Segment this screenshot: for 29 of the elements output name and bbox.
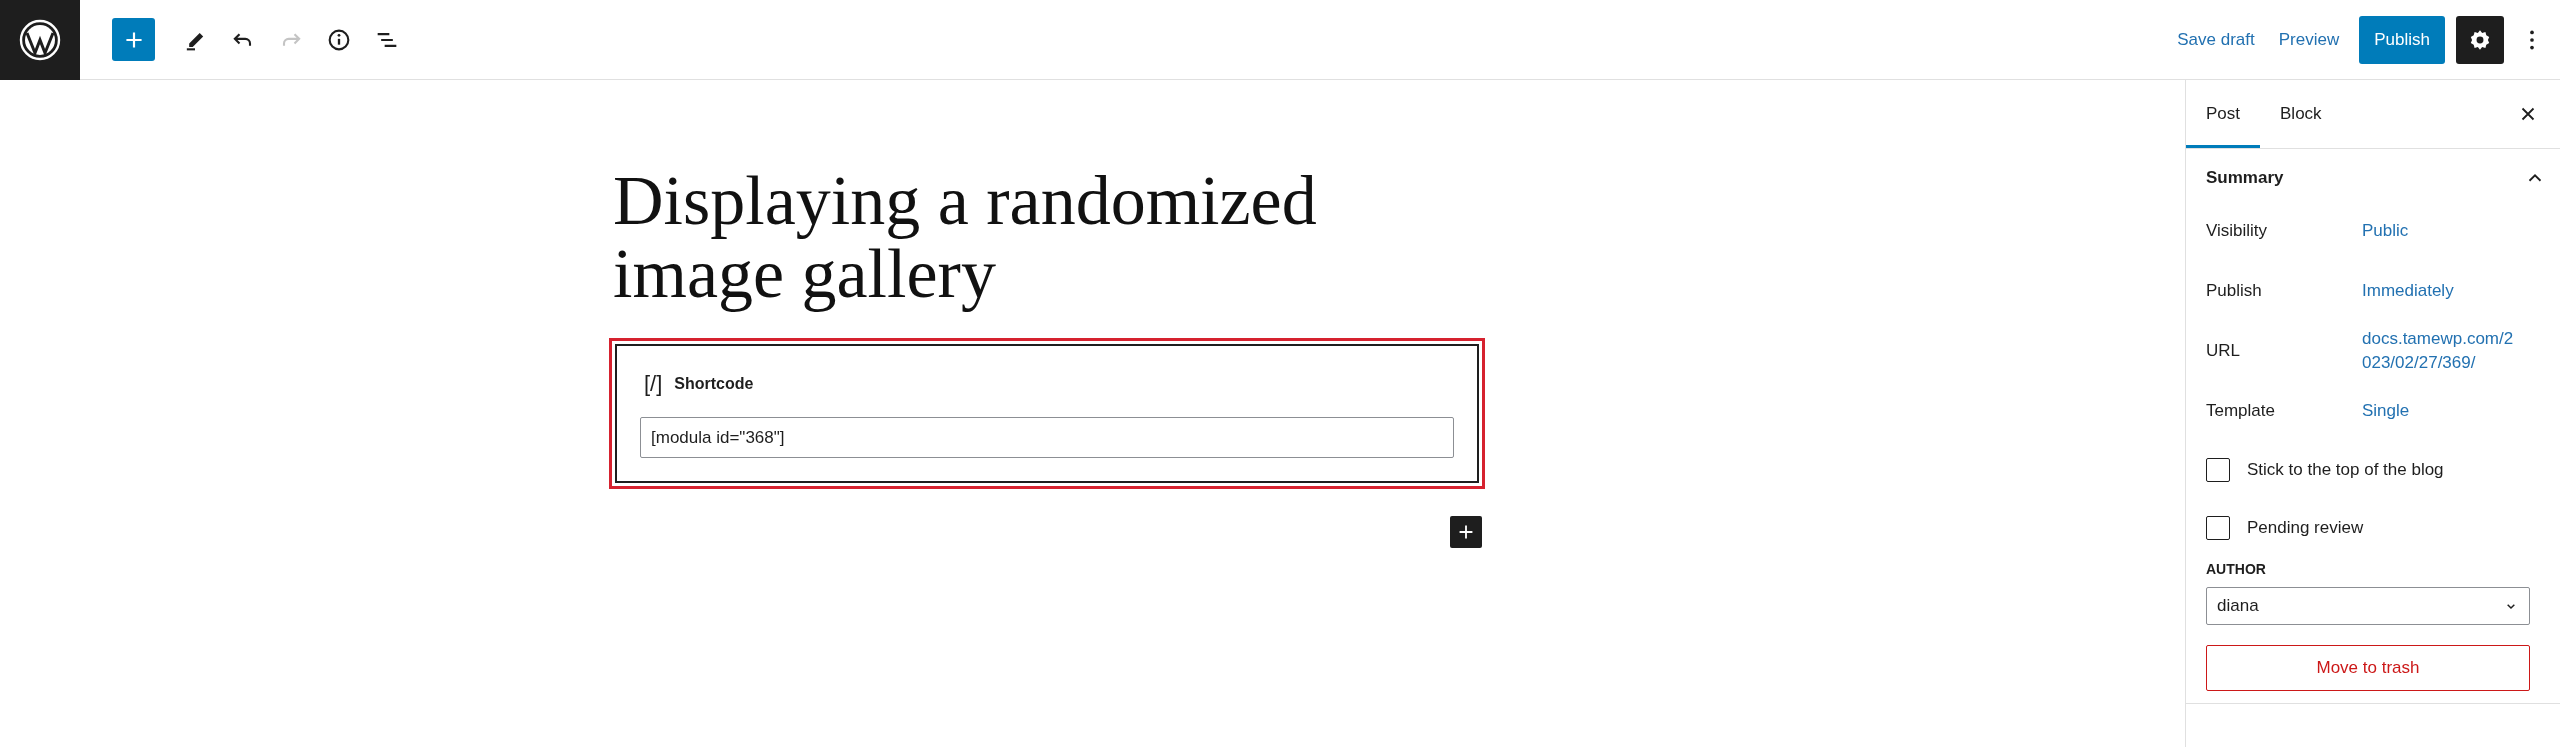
- shortcode-icon: [/]: [644, 371, 663, 397]
- save-draft-button[interactable]: Save draft: [2165, 17, 2267, 62]
- wordpress-logo[interactable]: [0, 0, 80, 80]
- shortcode-block[interactable]: [/] Shortcode [modula id="368"]: [615, 344, 1479, 483]
- move-to-trash-button[interactable]: Move to trash: [2206, 645, 2530, 691]
- field-label: Publish: [2206, 281, 2263, 301]
- sidebar-tab[interactable]: Post: [2186, 80, 2261, 148]
- author-select[interactable]: diana: [2206, 587, 2530, 625]
- field-value-link[interactable]: Immediately: [2362, 279, 2522, 303]
- wordpress-icon: [18, 17, 62, 62]
- publish-button[interactable]: Publish: [2359, 15, 2445, 64]
- checkbox-label: Stick to the top of the blog: [2247, 460, 2444, 480]
- checkbox[interactable]: [2206, 516, 2230, 540]
- settings-button[interactable]: [2456, 15, 2504, 64]
- checkbox[interactable]: [2206, 458, 2230, 482]
- panel-header[interactable]: Summary: [2186, 149, 2560, 201]
- field-label: Template: [2206, 401, 2276, 421]
- field-value-link[interactable]: docs.tamewp.com/2023/02/27/369/: [2362, 327, 2522, 375]
- field-value-link[interactable]: Public: [2362, 219, 2522, 243]
- shortcode-field[interactable]: [modula id="368"]: [640, 417, 1454, 458]
- author-label: AUTHOR: [2206, 561, 2267, 577]
- block-label: Shortcode: [674, 375, 754, 393]
- field-label: Visibility: [2206, 221, 2269, 241]
- post-title[interactable]: Displaying a randomized image gallery: [613, 164, 1333, 310]
- field-value-link[interactable]: Single: [2362, 399, 2522, 423]
- checkbox-label: Pending review: [2247, 518, 2364, 538]
- sidebar-tab[interactable]: Block: [2260, 80, 2342, 148]
- field-label: URL: [2206, 341, 2241, 361]
- preview-button[interactable]: Preview: [2266, 17, 2352, 62]
